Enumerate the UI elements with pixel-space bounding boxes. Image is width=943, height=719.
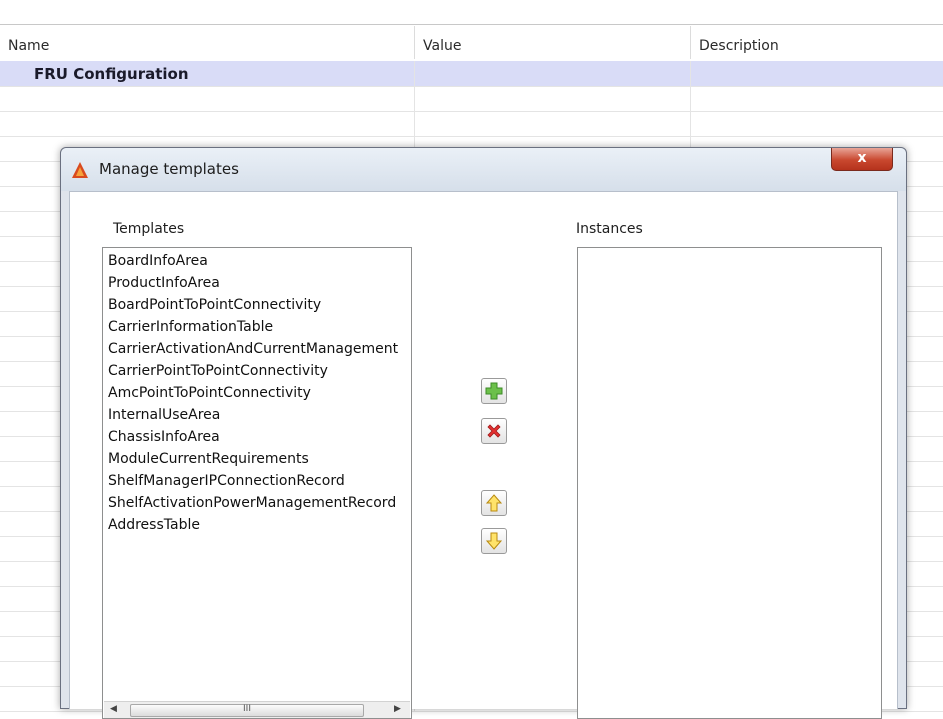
green-plus-icon — [485, 382, 503, 400]
template-list-item[interactable]: CarrierPointToPointConnectivity — [103, 360, 411, 382]
template-list-item[interactable]: CarrierActivationAndCurrentManagement — [103, 338, 411, 360]
fru-configuration-label: FRU Configuration — [34, 65, 189, 83]
value-cell — [414, 86, 691, 111]
dialog-title-bar[interactable]: Manage templates x — [61, 148, 906, 191]
template-list-item[interactable]: AmcPointToPointConnectivity — [103, 382, 411, 404]
instances-list[interactable] — [577, 247, 882, 719]
template-list-item[interactable]: ShelfManagerIPConnectionRecord — [103, 470, 411, 492]
template-list-item[interactable]: ShelfActivationPowerManagementRecord — [103, 492, 411, 514]
move-up-button[interactable] — [481, 490, 507, 516]
yellow-up-arrow-icon — [485, 494, 503, 512]
column-header-value[interactable]: Value — [414, 26, 691, 59]
template-list-item[interactable]: BoardPointToPointConnectivity — [103, 294, 411, 316]
dialog-body: Templates Instances BoardInfoArea Product… — [69, 191, 898, 719]
column-header-description[interactable]: Description — [690, 26, 943, 59]
move-down-button[interactable] — [481, 528, 507, 554]
dialog-title: Manage templates — [99, 160, 239, 178]
table-row-fru-configuration[interactable]: FRU Configuration — [0, 61, 943, 87]
description-cell — [690, 86, 943, 111]
remove-button[interactable] — [481, 418, 507, 444]
close-icon: x — [857, 150, 867, 166]
red-x-icon — [487, 424, 501, 438]
table-row[interactable] — [0, 86, 943, 112]
template-list-item[interactable]: InternalUseArea — [103, 404, 411, 426]
template-list-item[interactable]: ModuleCurrentRequirements — [103, 448, 411, 470]
app-logo-icon — [72, 162, 88, 178]
yellow-down-arrow-icon — [485, 532, 503, 550]
scrollbar-grip: III — [243, 704, 251, 714]
templates-list[interactable]: BoardInfoArea ProductInfoArea BoardPointTo… — [102, 247, 412, 719]
instances-label: Instances — [576, 221, 643, 237]
column-header-name[interactable]: Name — [0, 26, 414, 59]
top-bar — [0, 0, 943, 24]
template-list-item[interactable]: AddressTable — [103, 514, 411, 536]
scroll-left-arrow-icon[interactable]: ◀ — [110, 704, 117, 714]
description-cell — [690, 111, 943, 136]
description-cell — [690, 61, 943, 86]
template-list-item[interactable]: ProductInfoArea — [103, 272, 411, 294]
value-cell — [414, 111, 691, 136]
scroll-right-arrow-icon[interactable]: ▶ — [394, 704, 401, 714]
scrollbar-thumb[interactable]: III — [130, 704, 364, 717]
template-list-item[interactable]: CarrierInformationTable — [103, 316, 411, 338]
templates-horizontal-scrollbar[interactable]: ◀ III ▶ — [104, 701, 410, 718]
manage-templates-dialog: Manage templates x Templates Instances B… — [60, 147, 907, 719]
template-list-item[interactable]: BoardInfoArea — [103, 250, 411, 272]
close-button[interactable]: x — [831, 148, 893, 171]
template-list-item[interactable]: ChassisInfoArea — [103, 426, 411, 448]
table-header: Name Value Description — [0, 26, 943, 59]
add-button[interactable] — [481, 378, 507, 404]
table-row[interactable] — [0, 111, 943, 137]
templates-label: Templates — [113, 221, 185, 237]
value-cell — [414, 61, 691, 86]
